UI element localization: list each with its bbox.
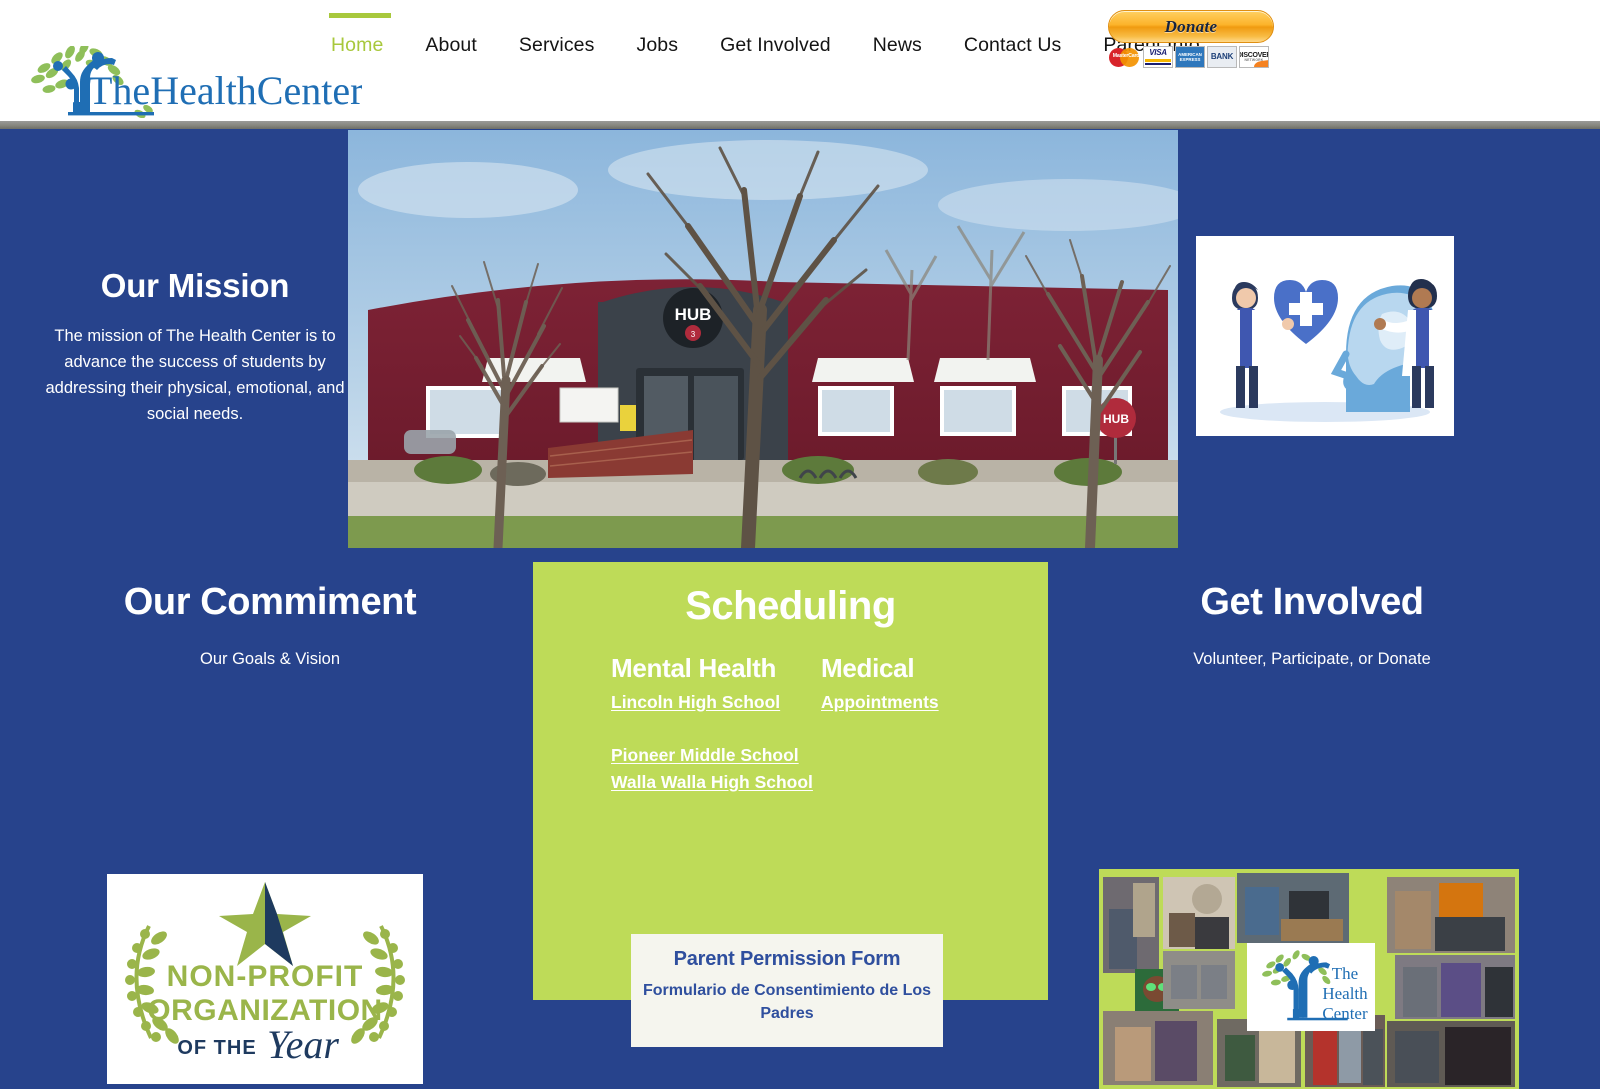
award-badge-graphic: NON-PROFIT ORGANIZATION OF THE Year: [107, 874, 423, 1084]
commitment-heading: Our Commiment: [123, 581, 417, 623]
nav-item-services[interactable]: Services: [498, 28, 616, 63]
site-header: TheHealthCenter Home About Services Jobs…: [0, 0, 1600, 121]
accepted-cards: MasterCard VISA AMERICAN EXPRESS BANK DI…: [1108, 46, 1274, 68]
bank-icon: BANK: [1207, 46, 1237, 68]
amex-icon: AMERICAN EXPRESS: [1175, 46, 1205, 68]
svg-text:HUB: HUB: [1103, 412, 1129, 426]
discover-icon: DISCOVER NETWORK: [1239, 46, 1269, 68]
nav-item-contact-us[interactable]: Contact Us: [943, 28, 1082, 63]
donate-button-pill[interactable]: Donate: [1108, 10, 1274, 43]
link-appointments[interactable]: Appointments: [821, 692, 1021, 713]
svg-text:Health: Health: [1322, 984, 1368, 1003]
commitment-subheading: Our Goals & Vision: [199, 650, 340, 668]
link-walla-walla-high-school[interactable]: Walla Walla High School: [611, 772, 841, 793]
medical-column: Medical Appointments: [821, 653, 1021, 713]
doctors-heart-brain-illustration: [1196, 236, 1454, 436]
main-navigation: Home About Services Jobs Get Involved Ne…: [310, 13, 1221, 63]
svg-text:TheHealthCenter: TheHealthCenter: [88, 68, 362, 113]
mission-body: The mission of The Health Center is to a…: [45, 327, 345, 424]
svg-text:Center: Center: [1322, 1004, 1368, 1023]
mental-health-heading: Mental Health: [611, 653, 777, 683]
svg-text:HUB: HUB: [675, 305, 712, 324]
nav-item-home[interactable]: Home: [310, 13, 404, 63]
get-involved-subheading: Volunteer, Participate, or Donate: [1193, 650, 1431, 668]
mental-health-column: Mental Health Lincoln High School Pionee…: [611, 653, 841, 793]
non-profit-award-image: NON-PROFIT ORGANIZATION OF THE Year: [107, 874, 423, 1084]
commitment-section: Our Commiment Our Goals & Vision: [40, 581, 500, 669]
building-photo: HUB 3 HUB: [348, 130, 1178, 548]
building-photo-image: HUB 3 HUB: [348, 130, 1178, 548]
nav-item-news[interactable]: News: [852, 28, 943, 63]
medical-heading: Medical: [821, 653, 915, 683]
get-involved-heading: Get Involved: [1200, 581, 1424, 623]
svg-text:Year: Year: [267, 1022, 339, 1067]
svg-text:OF THE: OF THE: [177, 1037, 256, 1059]
nav-item-about[interactable]: About: [404, 28, 497, 63]
collage-photos: The Health Center: [1099, 869, 1519, 1089]
mission-section: Our Mission The mission of The Health Ce…: [20, 267, 370, 427]
mission-heading: Our Mission: [100, 267, 290, 304]
link-lincoln-high-school[interactable]: Lincoln High School: [611, 692, 841, 713]
svg-text:3: 3: [691, 330, 696, 339]
svg-text:ORGANIZATION: ORGANIZATION: [147, 994, 382, 1027]
link-pioneer-middle-school[interactable]: Pioneer Middle School: [611, 745, 841, 766]
visa-icon: VISA: [1143, 46, 1173, 68]
donate-label: Donate: [1164, 16, 1218, 36]
nav-item-get-involved[interactable]: Get Involved: [699, 28, 852, 63]
scheduling-panel: Scheduling Mental Health Lincoln High Sc…: [533, 562, 1048, 1047]
mental-health-illustration-card: [1196, 236, 1454, 436]
scheduling-heading: Scheduling: [685, 584, 896, 628]
mastercard-icon: MasterCard: [1109, 46, 1141, 68]
donate-button[interactable]: Donate MasterCard VISA AMERICAN EXPRESS …: [1108, 10, 1274, 70]
nav-item-jobs[interactable]: Jobs: [615, 28, 699, 63]
svg-text:NON-PROFIT: NON-PROFIT: [167, 960, 364, 993]
page-body: Our Mission The mission of The Health Ce…: [0, 129, 1600, 1089]
get-involved-section: Get Involved Volunteer, Participate, or …: [1092, 581, 1532, 669]
permission-form-title: Parent Permission Form: [673, 948, 901, 970]
get-involved-collage: The Health Center: [1099, 869, 1519, 1089]
parent-permission-form-card[interactable]: Parent Permission Form Formulario de Con…: [631, 934, 943, 1047]
permission-form-subtitle: Formulario de Consentimiento de Los Padr…: [642, 982, 932, 1023]
header-divider: [0, 121, 1600, 129]
svg-text:The: The: [1332, 964, 1358, 983]
